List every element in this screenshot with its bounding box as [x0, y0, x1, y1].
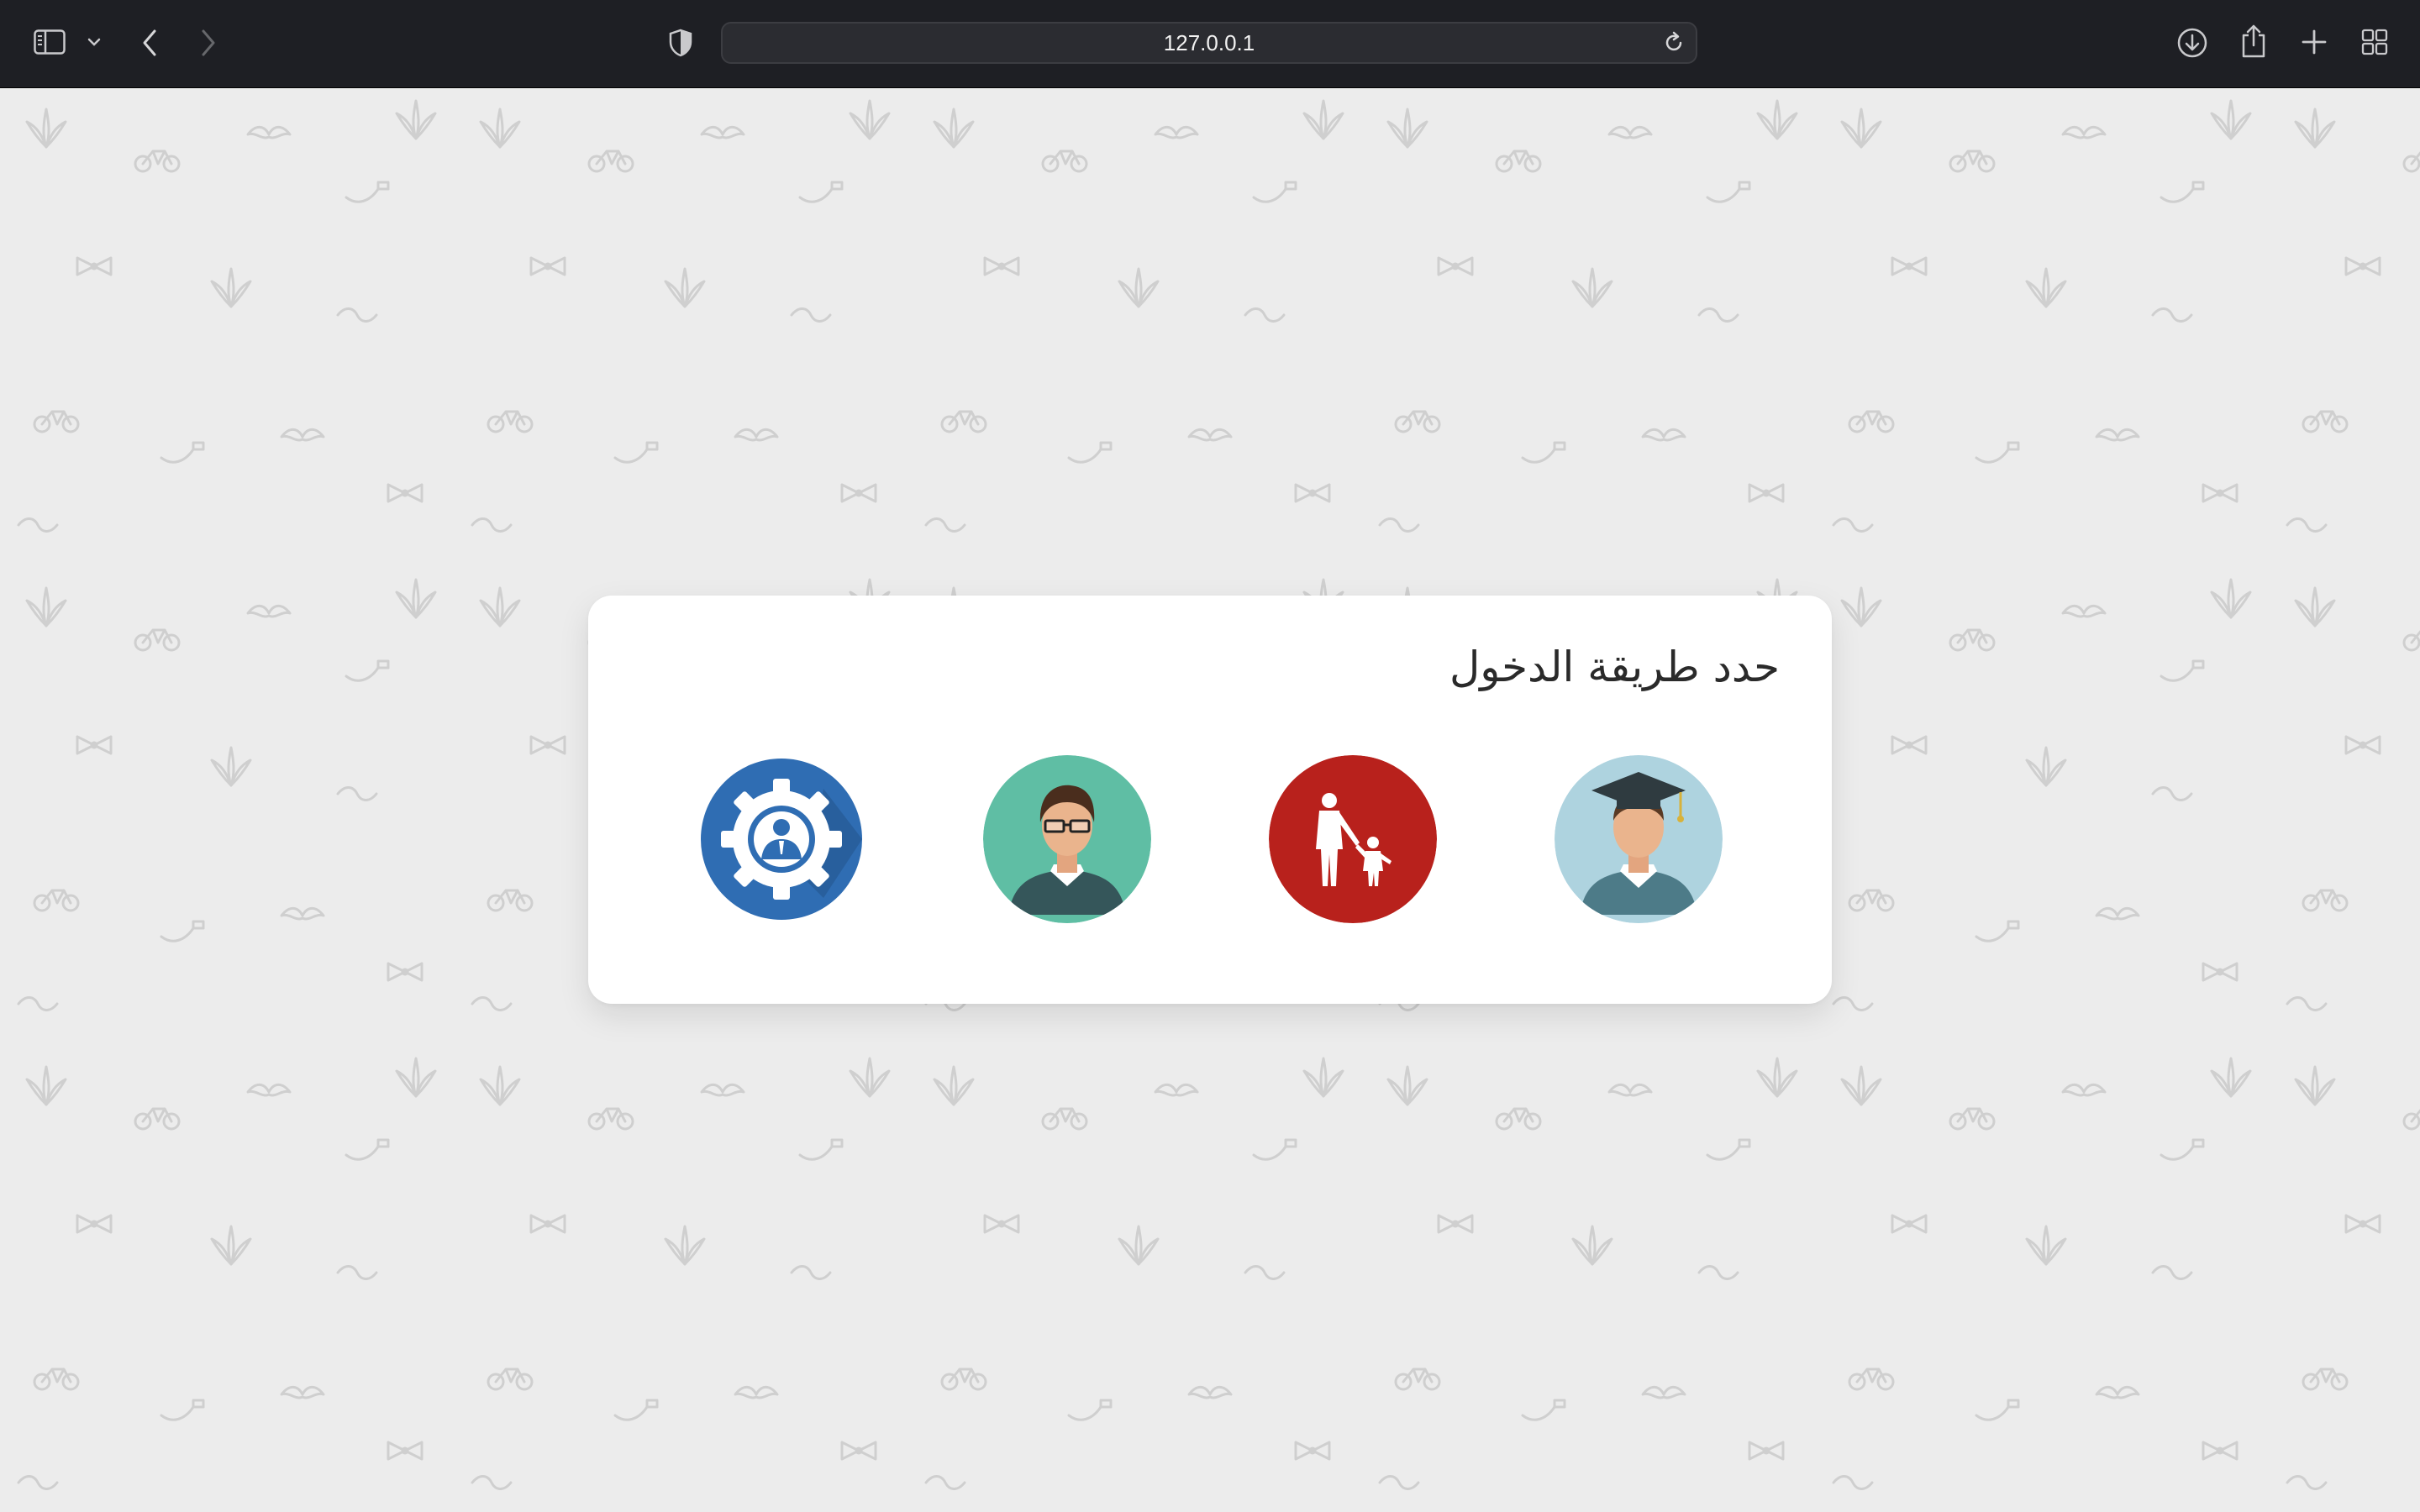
tab-overview-icon[interactable]: [2361, 29, 2388, 55]
student-graduate-icon: [1555, 755, 1723, 923]
login-method-card: حدد طريقة الدخول: [588, 596, 1832, 1004]
share-icon[interactable]: [2240, 24, 2267, 59]
card-title: حدد طريقة الدخول: [1449, 643, 1780, 691]
admin-login-button[interactable]: [697, 755, 865, 923]
admin-gear-icon: [701, 759, 862, 920]
reload-icon[interactable]: [1662, 31, 1686, 58]
sidebar-toggle-icon[interactable]: [34, 29, 66, 55]
chevron-down-icon[interactable]: [87, 37, 101, 47]
url-text: 127.0.0.1: [1163, 30, 1255, 55]
parent-login-button[interactable]: [1269, 755, 1437, 923]
address-bar[interactable]: 127.0.0.1: [721, 22, 1697, 64]
page-background: حدد طريقة الدخول: [0, 88, 2420, 1512]
downloads-icon[interactable]: [2176, 27, 2208, 59]
browser-toolbar: 127.0.0.1: [0, 0, 2420, 88]
back-arrow-icon[interactable]: [141, 29, 158, 57]
new-tab-icon[interactable]: [2301, 29, 2328, 55]
student-login-button[interactable]: [1555, 755, 1723, 923]
teacher-login-button[interactable]: [983, 755, 1151, 923]
teacher-glasses-icon: [983, 755, 1151, 923]
forward-arrow-icon[interactable]: [200, 29, 217, 57]
parent-child-icon: [1269, 755, 1437, 923]
privacy-shield-icon[interactable]: [669, 29, 692, 57]
